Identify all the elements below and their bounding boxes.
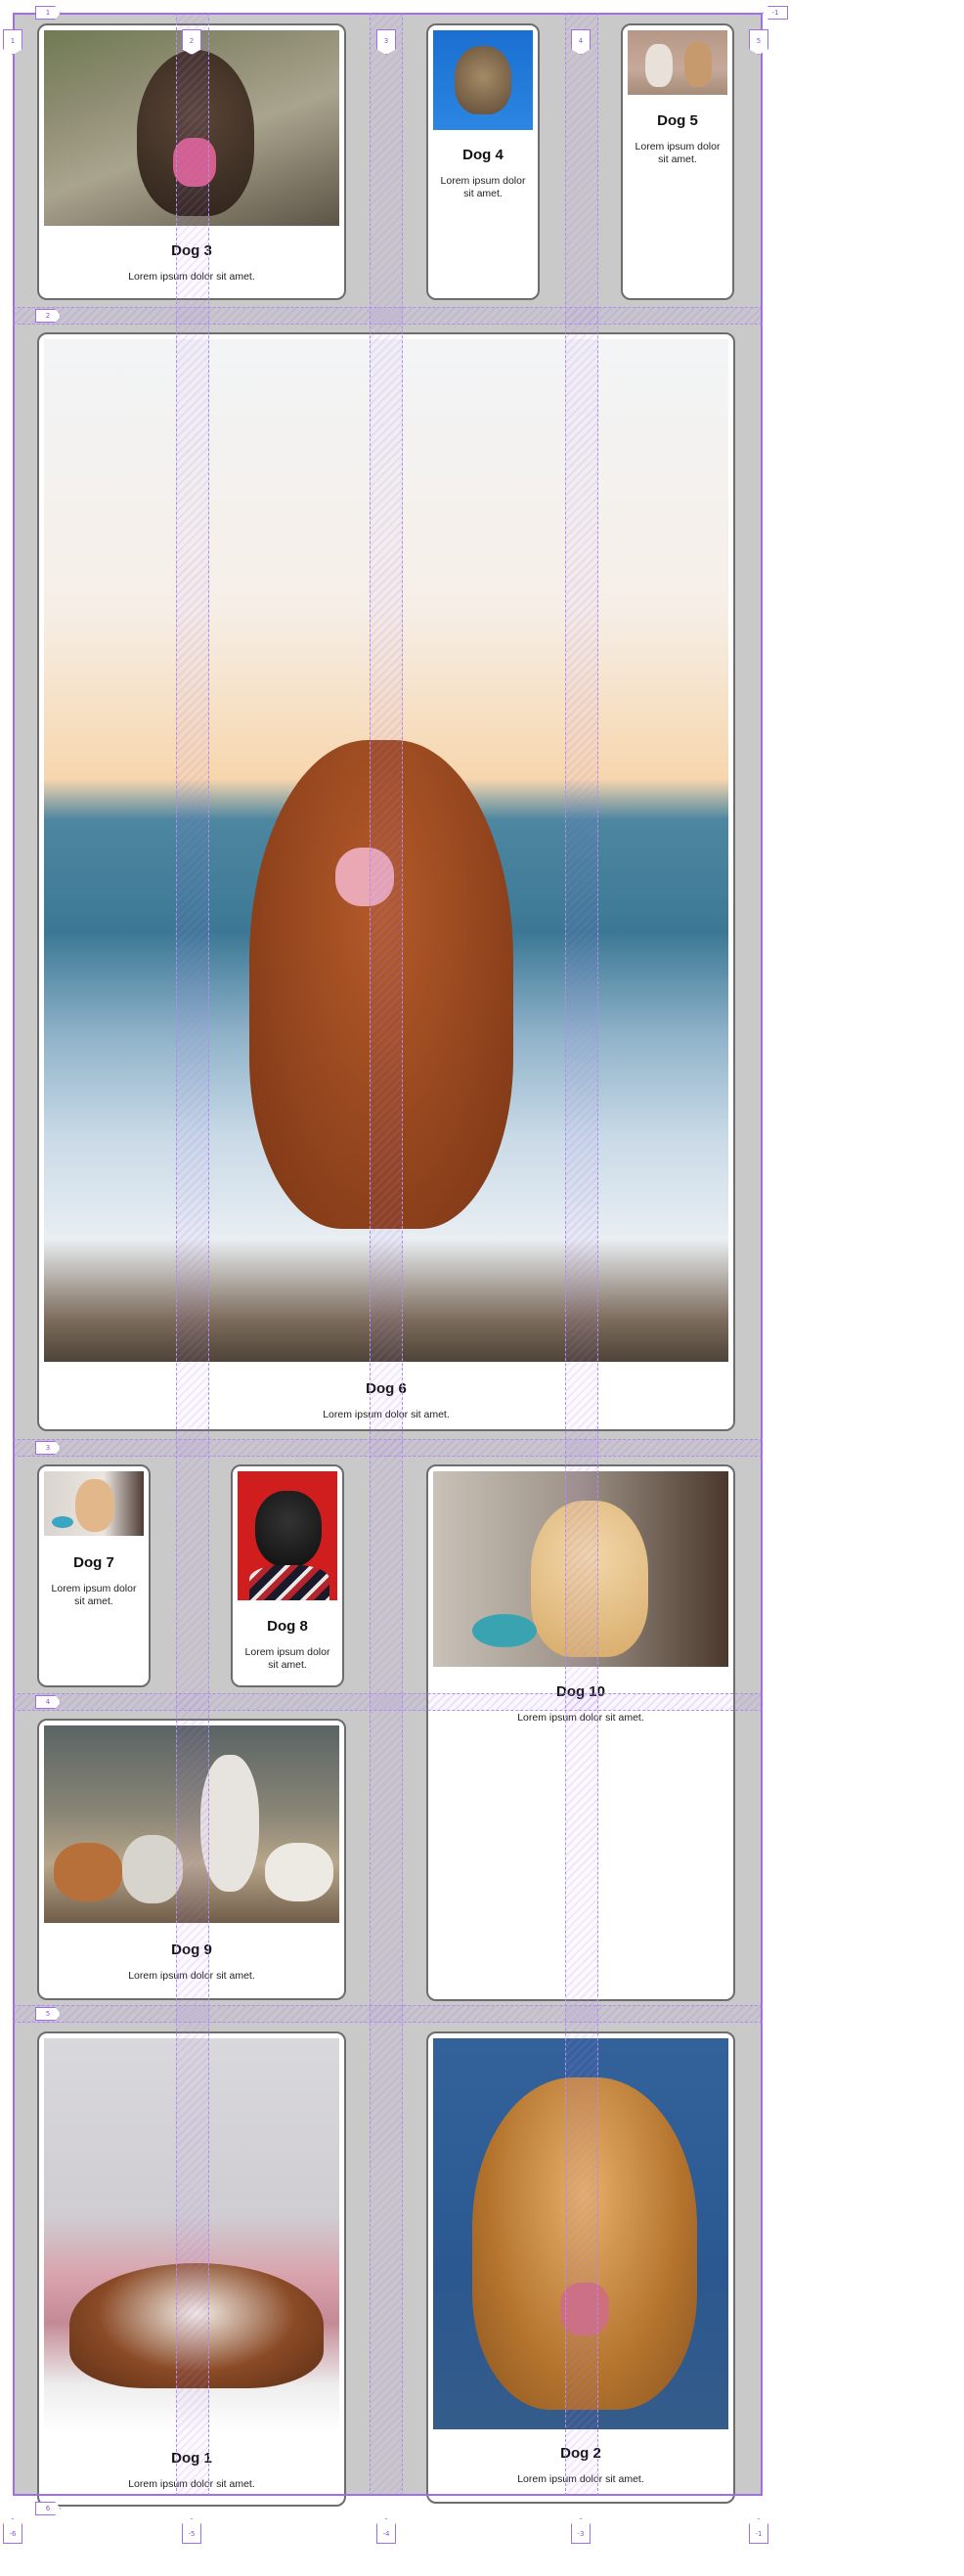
cat-shape [455,46,511,114]
card-text: Lorem ipsum dolor sit amet. [128,1970,255,1982]
dog-shape [255,1491,322,1567]
card-title: Dog 7 [73,1554,114,1571]
dog-card[interactable]: Dog 6 Lorem ipsum dolor sit amet. [37,332,735,1431]
dog-shape [531,1501,648,1657]
puppy-shape [265,1843,333,1901]
card-text: Lorem ipsum dolor sit amet. [128,2478,255,2490]
card-title: Dog 5 [657,112,698,129]
dog-shape [137,50,254,216]
card-title: Dog 6 [366,1380,407,1397]
card-title: Dog 8 [267,1618,308,1635]
cat-photo [433,30,533,130]
dog-shape [249,740,513,1229]
dog-tongue [335,848,394,906]
column-line-badge: -3 [571,2518,591,2544]
bowl-shape [52,1516,73,1528]
card-text: Lorem ipsum dolor sit amet. [517,2473,644,2485]
dog-tongue [560,2283,609,2336]
dog-tongue [173,138,216,187]
dog-shape [69,2263,324,2388]
card-title: Dog 3 [171,242,212,259]
puppy-shape [122,1835,183,1903]
dog-photo [44,339,728,1362]
card-title: Dog 2 [560,2445,601,2462]
dog-card[interactable]: Dog 9 Lorem ipsum dolor sit amet. [37,1719,346,2000]
card-text: Lorem ipsum dolor sit amet. [635,141,721,165]
card-title: Dog 10 [555,1683,605,1700]
card-text: Lorem ipsum dolor sit amet. [51,1583,137,1607]
column-line-badge: -1 [749,2518,768,2544]
dog-card[interactable]: Dog 7 Lorem ipsum dolor sit amet. [37,1464,151,1687]
card-title: Dog 4 [462,147,504,163]
card-text: Lorem ipsum dolor sit amet. [517,1712,644,1724]
dog-card[interactable]: Dog 2 Lorem ipsum dolor sit amet. [426,2031,735,2504]
dog-photo [433,1471,728,1667]
card-title: Dog 1 [171,2450,212,2467]
dog-photo [238,1471,337,1600]
dog-card[interactable]: Dog 10 Lorem ipsum dolor sit amet. [426,1464,735,2001]
dog-card[interactable]: Dog 1 Lorem ipsum dolor sit amet. [37,2031,346,2507]
dog-photo [628,30,727,95]
column-line-badge: -5 [182,2518,201,2544]
column-line-badge: -4 [376,2518,396,2544]
dog-photo [433,2038,728,2429]
dog-card[interactable]: Dog 4 Lorem ipsum dolor sit amet. [426,23,540,300]
card-text: Lorem ipsum dolor sit amet. [440,175,526,199]
dog-card[interactable]: Dog 8 Lorem ipsum dolor sit amet. [231,1464,344,1687]
dog-card[interactable]: Dog 5 Lorem ipsum dolor sit amet. [621,23,734,300]
card-text: Lorem ipsum dolor sit amet. [244,1646,330,1671]
dog-photo [44,1725,339,1923]
dog-shape [472,2077,697,2410]
bowl-shape [472,1614,537,1647]
puppy-shape [200,1755,259,1892]
dog-shape [684,42,712,87]
dog-card[interactable]: Dog 3 Lorem ipsum dolor sit amet. [37,23,346,300]
card-text: Lorem ipsum dolor sit amet. [323,1409,450,1420]
card-title: Dog 9 [171,1942,212,1958]
row-line-badge: -1 [763,6,788,20]
dog-photo [44,2038,339,2433]
puppy-shape [54,1843,122,1901]
dog-shape [645,44,673,87]
dog-photo [44,30,339,226]
dog-photo [44,1471,144,1536]
dog-shape [75,1479,114,1532]
column-line-badge: -6 [3,2518,22,2544]
jacket-shape [249,1565,329,1600]
card-text: Lorem ipsum dolor sit amet. [128,271,255,283]
